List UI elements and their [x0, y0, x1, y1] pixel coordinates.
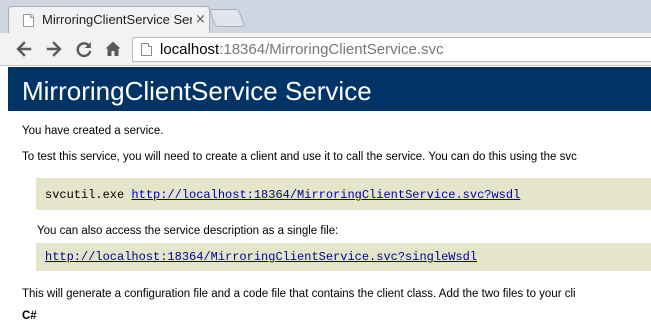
address-bar[interactable]: localhost:18364/MirroringClientService.s…: [132, 37, 651, 62]
single-file-text: You can also access the service descript…: [37, 225, 339, 237]
tab-close-icon[interactable]: ×: [195, 12, 206, 28]
reload-icon[interactable]: [74, 39, 94, 59]
back-arrow-icon[interactable]: [14, 39, 34, 59]
tab-strip: MirroringClientService Service ×: [0, 0, 651, 33]
single-wsdl-code-box: http://localhost:18364/MirroringClientSe…: [36, 243, 651, 271]
page-title: MirroringClientService Service: [22, 76, 372, 106]
single-wsdl-command: http://localhost:18364/MirroringClientSe…: [45, 250, 477, 264]
test-instructions-text: To test this service, you will need to c…: [22, 151, 577, 163]
browser-tab[interactable]: MirroringClientService Service ×: [8, 6, 210, 33]
svcutil-command: svcutil.exe http://localhost:18364/Mirro…: [45, 188, 520, 202]
tab-title: MirroringClientService Service: [42, 12, 192, 27]
intro-text: You have created a service.: [22, 125, 164, 137]
wsdl-link[interactable]: http://localhost:18364/MirroringClientSe…: [131, 188, 520, 202]
home-icon[interactable]: [103, 39, 123, 59]
service-heading-bar: MirroringClientService Service: [8, 67, 651, 111]
browser-toolbar: localhost:18364/MirroringClientService.s…: [0, 33, 651, 66]
single-wsdl-link[interactable]: http://localhost:18364/MirroringClientSe…: [45, 250, 477, 264]
url-text[interactable]: localhost:18364/MirroringClientService.s…: [160, 41, 443, 58]
url-host: localhost: [160, 41, 220, 58]
svcutil-cmd-text: svcutil.exe: [45, 188, 125, 202]
page-favicon-icon: [23, 14, 34, 27]
page-info-icon[interactable]: [141, 43, 152, 56]
forward-arrow-icon[interactable]: [44, 39, 64, 59]
url-path: :18364/MirroringClientService.svc: [219, 41, 444, 58]
new-tab-button[interactable]: [208, 9, 246, 27]
generate-text: This will generate a configuration file …: [22, 288, 576, 300]
svcutil-code-box: svcutil.exe http://localhost:18364/Mirro…: [36, 178, 651, 210]
csharp-label: C#: [22, 310, 37, 322]
